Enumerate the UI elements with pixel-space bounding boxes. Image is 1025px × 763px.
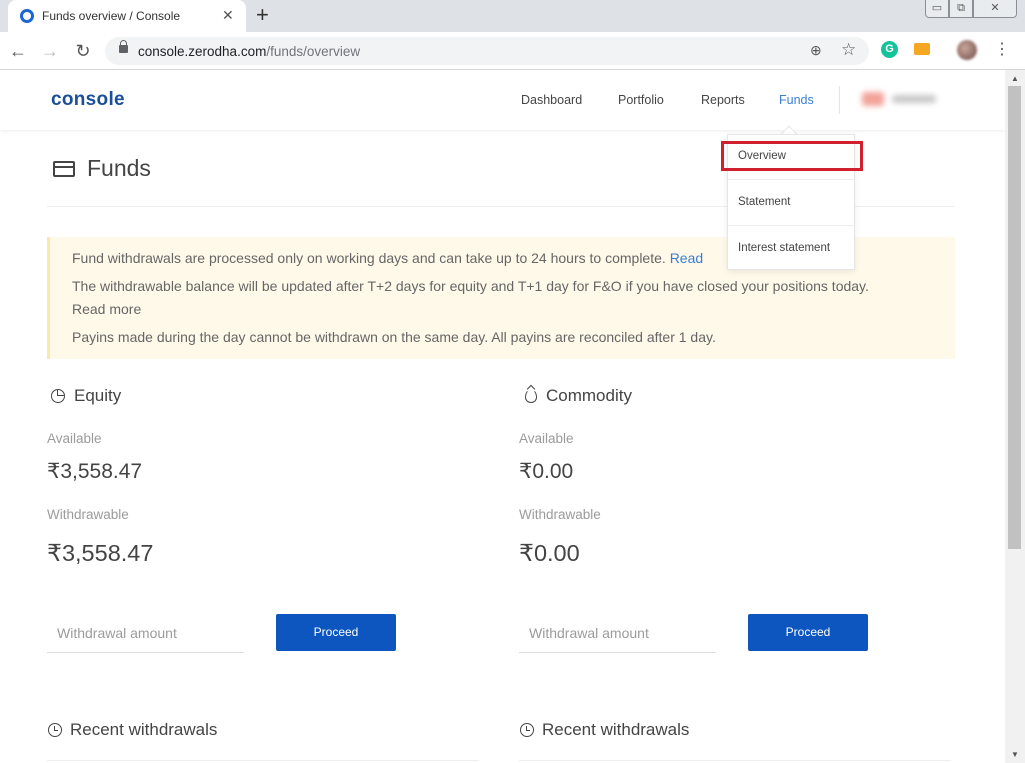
zoom-icon[interactable]: ⊕ [810,42,822,59]
notice-line-2: The withdrawable balance will be updated… [72,278,869,294]
credit-card-icon [53,161,75,177]
scroll-down-arrow-icon[interactable]: ▼ [1011,750,1019,759]
nav-portfolio[interactable]: Portfolio [618,93,664,107]
commodity-withdrawal-amount-input[interactable] [519,613,716,653]
commodity-title: Commodity [546,386,632,405]
menu-divider [728,179,854,180]
scroll-up-arrow-icon[interactable]: ▲ [1011,74,1019,83]
user-menu[interactable] [862,92,938,106]
scroll-thumb[interactable] [1008,86,1021,549]
equity-available-label: Available [47,431,102,446]
page-scrollbar[interactable]: ▲ ▼ [1005,70,1025,763]
notice-line-1: Fund withdrawals are processed only on w… [72,250,704,266]
tab-close-icon[interactable]: ✕ [222,7,234,23]
commodity-available-label: Available [519,431,574,446]
equity-recent-withdrawals-title: Recent withdrawals [70,720,218,739]
clock-icon [520,723,534,737]
menu-divider [728,225,854,226]
page-title: Funds [87,155,151,181]
console-header: console Dashboard Portfolio Reports Fund… [0,70,1005,130]
extension-icon[interactable] [914,43,930,55]
overview-highlight-box [721,141,863,171]
pie-chart-icon [51,389,65,403]
read-more-link[interactable]: Read more [72,301,141,317]
profile-avatar[interactable] [957,40,977,60]
divider [519,760,951,761]
clock-icon [48,723,62,737]
restore-button[interactable]: ⧉ [949,0,973,18]
new-tab-button[interactable]: + [256,3,269,27]
divider [47,760,479,761]
equity-proceed-button[interactable]: Proceed [276,614,396,651]
equity-title: Equity [74,386,122,405]
commodity-withdrawable-value: ₹0.00 [519,540,580,566]
nav-dashboard[interactable]: Dashboard [521,93,582,107]
equity-withdrawable-value: ₹3,558.47 [47,540,154,566]
equity-available-value: ₹3,558.47 [47,460,143,483]
nav-funds[interactable]: Funds [779,93,814,107]
browser-toolbar: ← → ↻ console.zerodha.com/funds/overview… [0,32,1025,70]
equity-withdrawal-amount-input[interactable] [47,613,244,653]
bookmark-star-icon[interactable]: ☆ [841,40,856,60]
nav-divider [839,86,840,114]
browser-tabstrip: Funds overview / Console ✕ + ▭ ⧉ ✕ [0,0,1025,32]
browser-menu-icon[interactable]: ⋮ [994,40,1010,60]
reload-icon[interactable]: ↻ [71,39,95,63]
menu-item-interest-statement[interactable]: Interest statement [738,242,830,254]
notice-line-3: Payins made during the day cannot be wit… [72,329,716,345]
minimize-button[interactable]: ▭ [925,0,949,18]
commodity-withdrawable-label: Withdrawable [519,507,601,522]
oil-drop-icon [525,389,537,403]
menu-item-statement[interactable]: Statement [738,196,790,208]
commodity-recent-withdrawals-title: Recent withdrawals [542,720,690,739]
close-window-button[interactable]: ✕ [973,0,1017,18]
commodity-available-value: ₹0.00 [519,460,574,483]
page-viewport: console Dashboard Portfolio Reports Fund… [0,70,1005,763]
nav-reports[interactable]: Reports [701,93,745,107]
read-link[interactable]: Read [670,250,703,266]
commodity-proceed-button[interactable]: Proceed [748,614,868,651]
tab-title: Funds overview / Console [42,9,181,23]
address-bar[interactable]: console.zerodha.com/funds/overview ⊕ ☆ [105,37,869,65]
grammarly-extension-icon[interactable]: G [881,41,898,58]
equity-withdrawable-label: Withdrawable [47,507,129,522]
forward-icon[interactable]: → [38,39,62,63]
lock-icon [119,40,128,53]
back-icon[interactable]: ← [6,39,30,63]
console-favicon-icon [20,9,34,23]
url-text: console.zerodha.com/funds/overview [138,44,361,59]
console-logo[interactable]: console [51,89,125,111]
browser-tab[interactable]: Funds overview / Console ✕ [8,0,246,32]
